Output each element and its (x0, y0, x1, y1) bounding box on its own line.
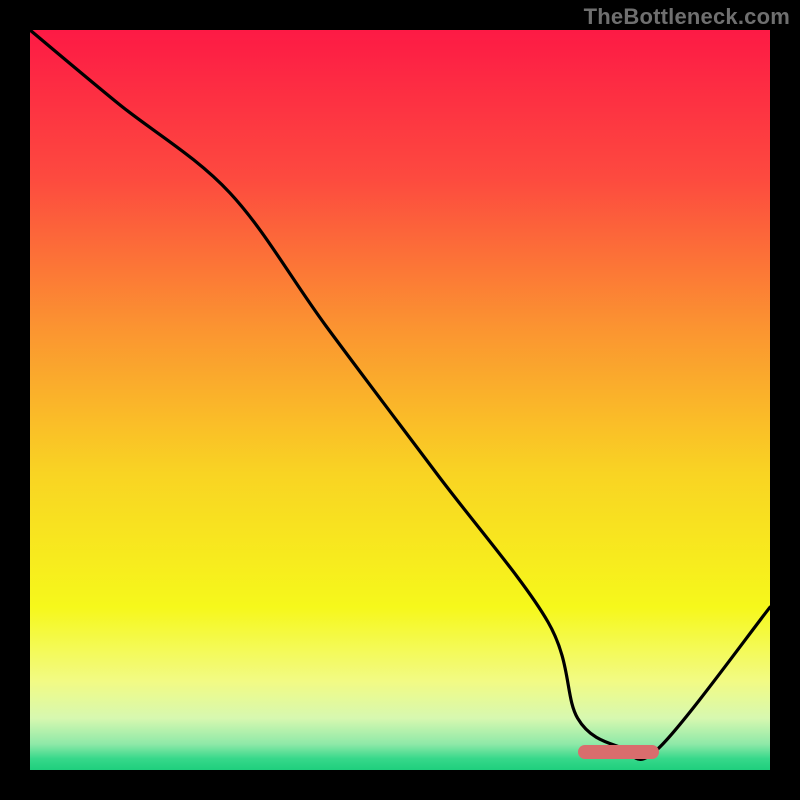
chart-frame: TheBottleneck.com (0, 0, 800, 800)
bottleneck-curve (30, 30, 770, 770)
plot-area (30, 30, 770, 770)
watermark-text: TheBottleneck.com (584, 4, 790, 30)
optimal-range-marker (578, 745, 659, 759)
